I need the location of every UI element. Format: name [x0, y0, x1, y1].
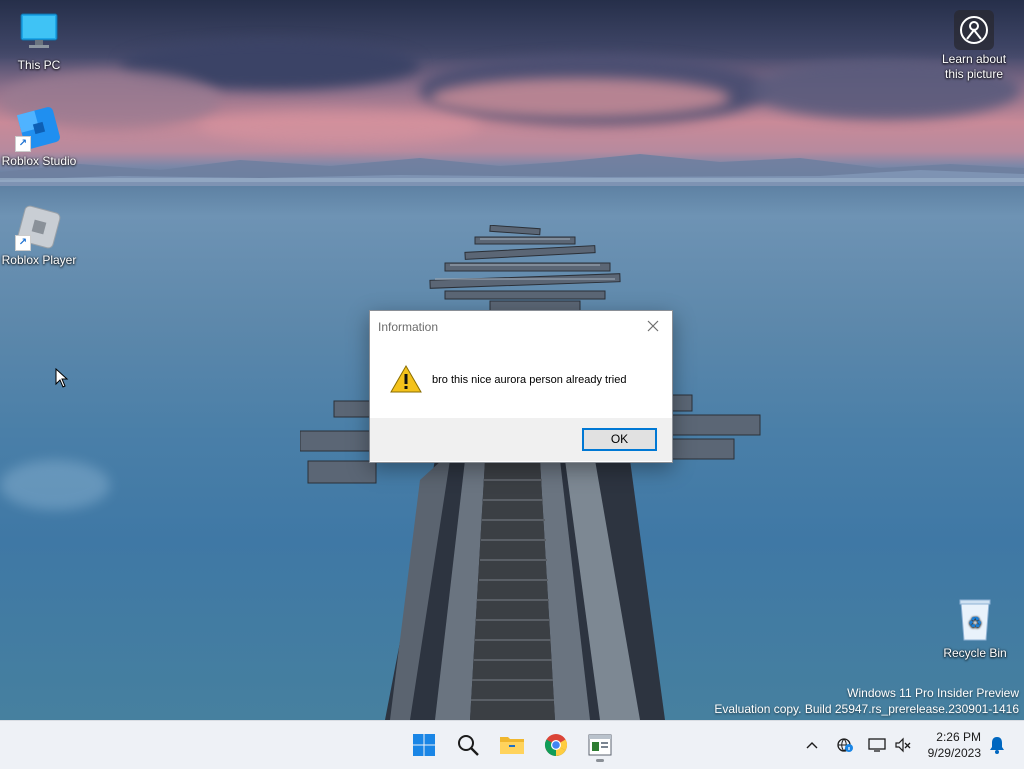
- network-info-icon: [837, 738, 853, 752]
- desktop-icon-roblox-player[interactable]: ↗ Roblox Player: [0, 203, 78, 267]
- dialog-title: Information: [378, 320, 439, 334]
- start-button[interactable]: [406, 727, 442, 763]
- taskbar: 2:26 PM 9/29/2023: [0, 720, 1024, 769]
- wallpaper-horizon: [0, 178, 1024, 182]
- desktop-icon-this-pc[interactable]: This PC: [0, 8, 78, 72]
- volume-button[interactable]: [892, 721, 914, 769]
- volume-muted-icon: [895, 737, 911, 753]
- mouse-cursor-icon: [55, 368, 69, 388]
- dialog-titlebar[interactable]: Information: [370, 311, 672, 341]
- wallpaper-cloud: [200, 110, 480, 145]
- learn-about-picture[interactable]: Learn about this picture: [935, 10, 1013, 82]
- search-button[interactable]: [450, 727, 486, 763]
- desktop-icon-label: Roblox Player: [1, 253, 77, 267]
- monitor-icon: [15, 8, 63, 56]
- learn-about-label: Learn about this picture: [935, 52, 1013, 82]
- file-explorer-button[interactable]: [494, 727, 530, 763]
- active-indicator: [596, 759, 604, 762]
- dialog-close-button[interactable]: [640, 316, 666, 336]
- clock-date: 9/29/2023: [927, 746, 981, 760]
- network-status-button[interactable]: [834, 721, 856, 769]
- desktop-icon-label: This PC: [17, 58, 61, 72]
- dialog-message: bro this nice aurora person already trie…: [432, 374, 627, 386]
- chrome-icon: [545, 734, 567, 756]
- desktop-icon-label: Recycle Bin: [943, 646, 1007, 660]
- desktop-icon-recycle-bin[interactable]: ♻ Recycle Bin: [936, 596, 1014, 660]
- desktop-icon-label: Roblox Studio: [1, 154, 77, 168]
- ok-button[interactable]: OK: [582, 428, 657, 451]
- dialog-body: bro this nice aurora person already trie…: [370, 341, 672, 418]
- watermark-line2: Evaluation copy. Build 25947.rs_prerelea…: [714, 702, 1019, 716]
- wallpaper-cloud: [430, 78, 730, 118]
- svg-text:♻: ♻: [968, 613, 982, 632]
- chevron-up-icon: [806, 742, 818, 749]
- learn-about-line1: Learn about: [941, 52, 1007, 66]
- shortcut-arrow-icon: ↗: [15, 235, 31, 251]
- search-icon: [458, 735, 479, 756]
- display-button[interactable]: [866, 721, 888, 769]
- watermark-line1: Windows 11 Pro Insider Preview: [847, 686, 1019, 700]
- wallpaper-pier-walkway: [385, 460, 665, 720]
- information-dialog: Information bro this nice aurora person …: [369, 310, 673, 463]
- recycle-bin-icon: ♻: [951, 596, 999, 644]
- camera-location-icon: [954, 10, 994, 50]
- warning-icon: [390, 365, 422, 393]
- start-icon: [413, 734, 435, 756]
- taskbar-clock[interactable]: 2:26 PM 9/29/2023: [928, 729, 981, 761]
- windows-watermark: Windows 11 Pro Insider Preview Evaluatio…: [714, 685, 1019, 717]
- roblox-studio-icon: ↗: [15, 104, 63, 152]
- notification-bell-icon: [990, 737, 1004, 754]
- desktop-icon-roblox-studio[interactable]: ↗ Roblox Studio: [0, 104, 78, 168]
- notifications-button[interactable]: [986, 721, 1008, 769]
- active-app-button[interactable]: [582, 727, 618, 763]
- dialog-footer: OK: [370, 418, 672, 461]
- chrome-button[interactable]: [538, 727, 574, 763]
- clock-time: 2:26 PM: [936, 730, 981, 744]
- display-icon: [868, 738, 886, 752]
- shortcut-arrow-icon: ↗: [15, 136, 31, 152]
- close-icon: [647, 320, 659, 332]
- wallpaper-reflection: [0, 460, 110, 510]
- dialog-app-icon: [588, 734, 612, 756]
- show-hidden-icons-button[interactable]: [802, 721, 822, 769]
- roblox-player-icon: ↗: [15, 203, 63, 251]
- learn-about-line2: this picture: [944, 67, 1004, 81]
- file-explorer-icon: [500, 737, 524, 754]
